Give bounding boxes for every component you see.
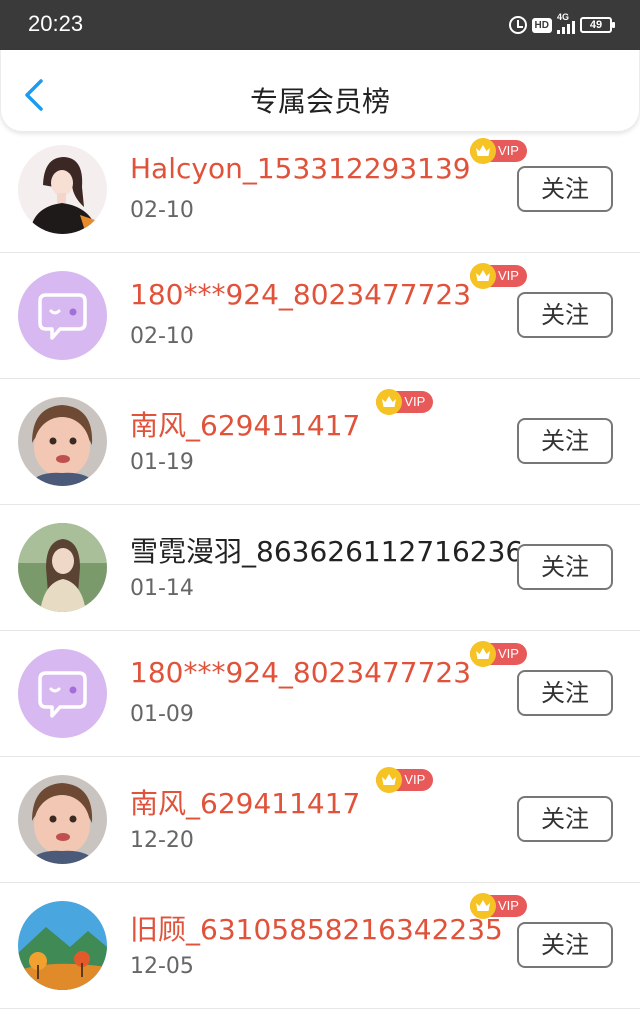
vip-badge: VIP [470, 138, 527, 164]
avatar[interactable] [18, 145, 107, 234]
alarm-icon [508, 16, 527, 34]
page-title: 专属会员榜 [249, 85, 390, 118]
vip-badge-label: VIP [404, 772, 426, 787]
member-row[interactable]: 180***924_8023477723 01-09 VIP 关注 [0, 631, 640, 757]
member-row[interactable]: 南风_629411417 12-20 VIP 关注 [0, 757, 640, 883]
member-name: Halcyon_153312293139 [130, 152, 471, 185]
crown-icon [470, 893, 496, 919]
vip-badge-label: VIP [498, 646, 519, 661]
status-time: 20:23 [28, 11, 84, 36]
follow-button[interactable]: 关注 [517, 922, 613, 968]
follow-button[interactable]: 关注 [517, 166, 613, 212]
vip-badge: VIP [470, 641, 527, 667]
vip-badge: VIP [376, 389, 434, 415]
member-date: 01-09 [130, 702, 194, 727]
member-name: 南风_629411417 [130, 787, 361, 820]
follow-button[interactable]: 关注 [517, 670, 613, 716]
vip-badge-label: VIP [498, 898, 519, 913]
avatar[interactable] [18, 901, 107, 990]
hd-icon: HD [531, 17, 552, 33]
crown-icon [376, 389, 403, 415]
member-name: 180***924_8023477723 [130, 656, 472, 689]
crown-icon [376, 767, 403, 793]
member-row[interactable]: 雪霓漫羽_863626112716236 01-14 关注 [0, 505, 640, 631]
member-name: 南风_629411417 [130, 409, 361, 442]
member-date: 01-14 [130, 576, 194, 601]
vip-badge-label: VIP [498, 143, 519, 158]
member-row[interactable]: 南风_629411417 01-19 VIP 关注 [0, 379, 640, 505]
member-date: 02-10 [130, 198, 194, 223]
follow-button[interactable]: 关注 [517, 796, 613, 842]
crown-icon [470, 138, 496, 164]
avatar[interactable] [18, 271, 107, 360]
status-bar: 20:23 HD 4G 49 [0, 0, 640, 50]
crown-icon [470, 641, 496, 667]
member-name: 雪霓漫羽_863626112716236 [130, 535, 524, 568]
vip-badge: VIP [470, 263, 527, 289]
member-date: 02-10 [130, 324, 194, 349]
member-date: 01-19 [130, 450, 194, 475]
follow-button[interactable]: 关注 [517, 418, 613, 464]
follow-button[interactable]: 关注 [517, 292, 613, 338]
member-name: 180***924_8023477723 [130, 278, 472, 311]
follow-button[interactable]: 关注 [517, 544, 613, 590]
member-name: 旧顾_63105858216342235 [130, 913, 503, 946]
member-row[interactable]: 180***924_8023477723 02-10 VIP 关注 [0, 253, 640, 379]
vip-badge-label: VIP [404, 394, 426, 409]
vip-badge: VIP [470, 893, 527, 919]
page-header: 专属会员榜 [0, 50, 640, 132]
avatar[interactable] [18, 649, 107, 738]
member-date: 12-05 [130, 954, 194, 979]
member-row[interactable]: Halcyon_153312293139 02-10 VIP 关注 [0, 132, 640, 253]
vip-badge: VIP [376, 767, 434, 793]
member-date: 12-20 [130, 828, 194, 853]
avatar[interactable] [18, 775, 107, 864]
crown-icon [470, 263, 496, 289]
vip-badge-label: VIP [498, 268, 519, 283]
avatar[interactable] [18, 397, 107, 486]
status-icons: HD 4G 49 [508, 12, 615, 36]
signal-icon: 4G [557, 12, 575, 34]
member-row[interactable]: 旧顾_63105858216342235 12-05 VIP 关注 [0, 883, 640, 1009]
avatar[interactable] [18, 523, 107, 612]
network-label: 4G [557, 12, 570, 22]
battery-icon: 49 [580, 17, 615, 33]
member-list: Halcyon_153312293139 02-10 VIP 关注 180***924_… [0, 132, 640, 1009]
